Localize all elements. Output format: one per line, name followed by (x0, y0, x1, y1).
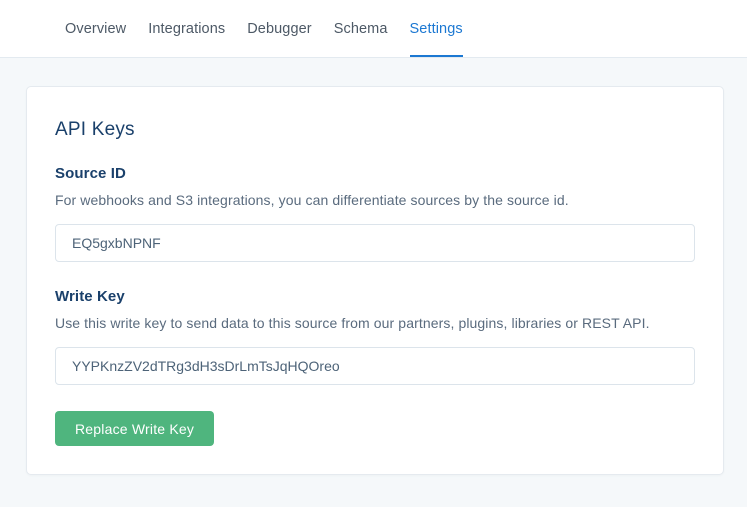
write-key-input[interactable] (55, 347, 695, 385)
source-id-label: Source ID (55, 165, 695, 182)
api-keys-card: API Keys Source ID For webhooks and S3 i… (26, 86, 724, 475)
card-title: API Keys (55, 119, 695, 141)
tab-settings[interactable]: Settings (410, 0, 463, 57)
source-id-description: For webhooks and S3 integrations, you ca… (55, 192, 695, 208)
source-id-section: Source ID For webhooks and S3 integratio… (55, 165, 695, 262)
tab-debugger[interactable]: Debugger (247, 0, 312, 57)
top-nav: Overview Integrations Debugger Schema Se… (0, 0, 747, 58)
write-key-label: Write Key (55, 288, 695, 305)
tab-schema[interactable]: Schema (334, 0, 388, 57)
write-key-section: Write Key Use this write key to send dat… (55, 288, 695, 385)
tab-overview[interactable]: Overview (65, 0, 126, 57)
tab-integrations[interactable]: Integrations (148, 0, 225, 57)
replace-write-key-button[interactable]: Replace Write Key (55, 411, 214, 446)
write-key-description: Use this write key to send data to this … (55, 315, 695, 331)
source-id-input[interactable] (55, 224, 695, 262)
